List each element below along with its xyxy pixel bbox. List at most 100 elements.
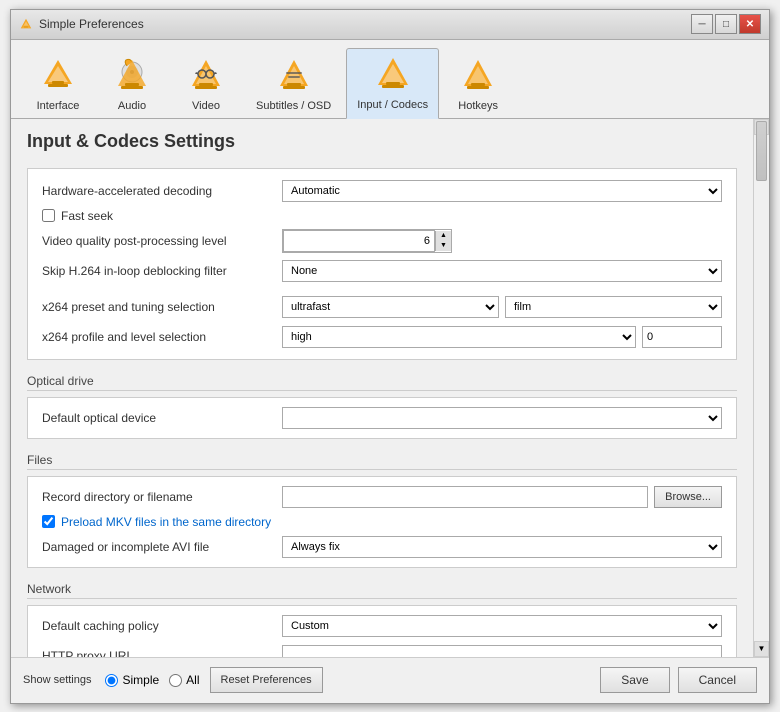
scrollbar-track: ▲ ▼: [753, 119, 769, 657]
tab-bar: Interface Audio: [11, 40, 769, 119]
files-section-header: Files: [27, 449, 737, 470]
fast-seek-label: Fast seek: [61, 209, 113, 223]
spin-down-button[interactable]: ▼: [435, 241, 451, 251]
http-proxy-row: HTTP proxy URL: [42, 644, 722, 657]
damaged-avi-label: Damaged or incomplete AVI file: [42, 540, 282, 554]
hotkeys-tab-icon: [458, 56, 498, 96]
http-proxy-control: [282, 645, 722, 657]
video-tab-icon: [186, 56, 226, 96]
x264-profile-select[interactable]: baseline main high high10 high422 high44…: [282, 326, 636, 348]
network-section-header: Network: [27, 578, 737, 599]
default-optical-control: [282, 407, 722, 429]
x264-tuning-select[interactable]: film animation grain stillimage psnr ssi…: [505, 296, 722, 318]
window-title: Simple Preferences: [39, 17, 144, 31]
skip-deblocking-select[interactable]: None Non-ref Bidir Non-key All: [282, 260, 722, 282]
simple-radio-item: Simple: [105, 673, 159, 687]
simple-radio-label: Simple: [122, 673, 159, 687]
caching-policy-row: Default caching policy Custom Lowest lat…: [42, 614, 722, 638]
hardware-decoding-select[interactable]: Automatic: [282, 180, 722, 202]
caching-policy-control: Custom Lowest latency Low latency Normal…: [282, 615, 722, 637]
tab-audio[interactable]: Audio: [97, 49, 167, 118]
title-bar-left: Simple Preferences: [19, 17, 144, 31]
video-quality-control: ▲ ▼: [282, 229, 722, 253]
skip-deblocking-control: None Non-ref Bidir Non-key All: [282, 260, 722, 282]
default-optical-select[interactable]: [282, 407, 722, 429]
content-area: Input & Codecs Settings Hardware-acceler…: [11, 119, 769, 657]
record-dir-input[interactable]: [282, 486, 648, 508]
caching-policy-label: Default caching policy: [42, 619, 282, 633]
x264-preset-selects: ultrafast superfast veryfast faster fast…: [282, 296, 722, 318]
tab-hotkeys[interactable]: Hotkeys: [443, 49, 513, 118]
tab-video[interactable]: Video: [171, 49, 241, 118]
all-radio[interactable]: [169, 674, 182, 687]
x264-preset-select[interactable]: ultrafast superfast veryfast faster fast…: [282, 296, 499, 318]
damaged-avi-select[interactable]: Always fix Ask Never fix: [282, 536, 722, 558]
all-radio-item: All: [169, 673, 199, 687]
x264-profile-row: x264 profile and level selection baselin…: [42, 325, 722, 349]
hardware-decoding-label: Hardware-accelerated decoding: [42, 184, 282, 198]
preload-mkv-row: Preload MKV files in the same directory: [42, 515, 722, 529]
default-optical-label: Default optical device: [42, 411, 282, 425]
video-quality-label: Video quality post-processing level: [42, 234, 282, 248]
input-tab-icon: [373, 55, 413, 95]
close-button[interactable]: ✕: [739, 14, 761, 34]
scrollbar-thumb[interactable]: [756, 121, 767, 181]
http-proxy-label: HTTP proxy URL: [42, 649, 282, 657]
tab-subtitles[interactable]: Subtitles / OSD: [245, 49, 342, 118]
video-quality-row: Video quality post-processing level ▲ ▼: [42, 229, 722, 253]
tab-input-label: Input / Codecs: [357, 99, 428, 111]
tab-subtitles-label: Subtitles / OSD: [256, 100, 331, 112]
scrollbar-down-arrow[interactable]: ▼: [754, 641, 769, 657]
bottom-right: Save Cancel: [600, 667, 757, 693]
cancel-button[interactable]: Cancel: [678, 667, 757, 693]
vlc-logo-icon: [19, 17, 33, 31]
spin-up-button[interactable]: ▲: [435, 231, 451, 241]
fast-seek-row: Fast seek: [42, 209, 722, 223]
tab-audio-label: Audio: [118, 100, 146, 112]
subtitles-tab-icon: [274, 56, 314, 96]
page-title: Input & Codecs Settings: [27, 131, 737, 152]
video-quality-spinner: ▲ ▼: [282, 229, 452, 253]
minimize-button[interactable]: ─: [691, 14, 713, 34]
all-radio-label: All: [186, 673, 199, 687]
hardware-decoding-row: Hardware-accelerated decoding Automatic: [42, 179, 722, 203]
bottom-bar: Show settings Simple All Reset Preferenc…: [11, 657, 769, 703]
optical-section-header: Optical drive: [27, 370, 737, 391]
settings-panel: Input & Codecs Settings Hardware-acceler…: [11, 119, 753, 657]
tab-video-label: Video: [192, 100, 220, 112]
simple-radio[interactable]: [105, 674, 118, 687]
skip-deblocking-label: Skip H.264 in-loop deblocking filter: [42, 264, 282, 278]
bottom-left: Show settings Simple All Reset Preferenc…: [23, 667, 323, 693]
maximize-button[interactable]: □: [715, 14, 737, 34]
x264-profile-control: baseline main high high10 high422 high44…: [282, 326, 722, 348]
fast-seek-checkbox[interactable]: [42, 209, 55, 222]
x264-profile-label: x264 profile and level selection: [42, 330, 282, 344]
tab-input[interactable]: Input / Codecs: [346, 48, 439, 119]
video-quality-input[interactable]: [283, 230, 435, 252]
audio-tab-icon: [112, 56, 152, 96]
reset-preferences-button[interactable]: Reset Preferences: [210, 667, 323, 693]
title-bar: Simple Preferences ─ □ ✕: [11, 10, 769, 40]
hardware-decoding-control: Automatic: [282, 180, 722, 202]
x264-preset-label: x264 preset and tuning selection: [42, 300, 282, 314]
x264-profile-inputs: baseline main high high10 high422 high44…: [282, 326, 722, 348]
damaged-avi-row: Damaged or incomplete AVI file Always fi…: [42, 535, 722, 559]
save-button[interactable]: Save: [600, 667, 669, 693]
tab-interface[interactable]: Interface: [23, 49, 93, 118]
x264-level-input[interactable]: [642, 326, 722, 348]
default-optical-row: Default optical device: [42, 406, 722, 430]
record-dir-label: Record directory or filename: [42, 490, 282, 504]
http-proxy-input[interactable]: [282, 645, 722, 657]
interface-tab-icon: [38, 56, 78, 96]
title-controls: ─ □ ✕: [691, 14, 761, 34]
browse-button[interactable]: Browse...: [654, 486, 722, 508]
tab-interface-label: Interface: [37, 100, 80, 112]
show-settings-label: Show settings: [23, 674, 91, 686]
tab-hotkeys-label: Hotkeys: [458, 100, 498, 112]
record-dir-row: Record directory or filename Browse...: [42, 485, 722, 509]
preload-mkv-checkbox[interactable]: [42, 515, 55, 528]
caching-policy-select[interactable]: Custom Lowest latency Low latency Normal…: [282, 615, 722, 637]
main-window: Simple Preferences ─ □ ✕ Interface: [10, 9, 770, 704]
damaged-avi-control: Always fix Ask Never fix: [282, 536, 722, 558]
skip-deblocking-row: Skip H.264 in-loop deblocking filter Non…: [42, 259, 722, 283]
